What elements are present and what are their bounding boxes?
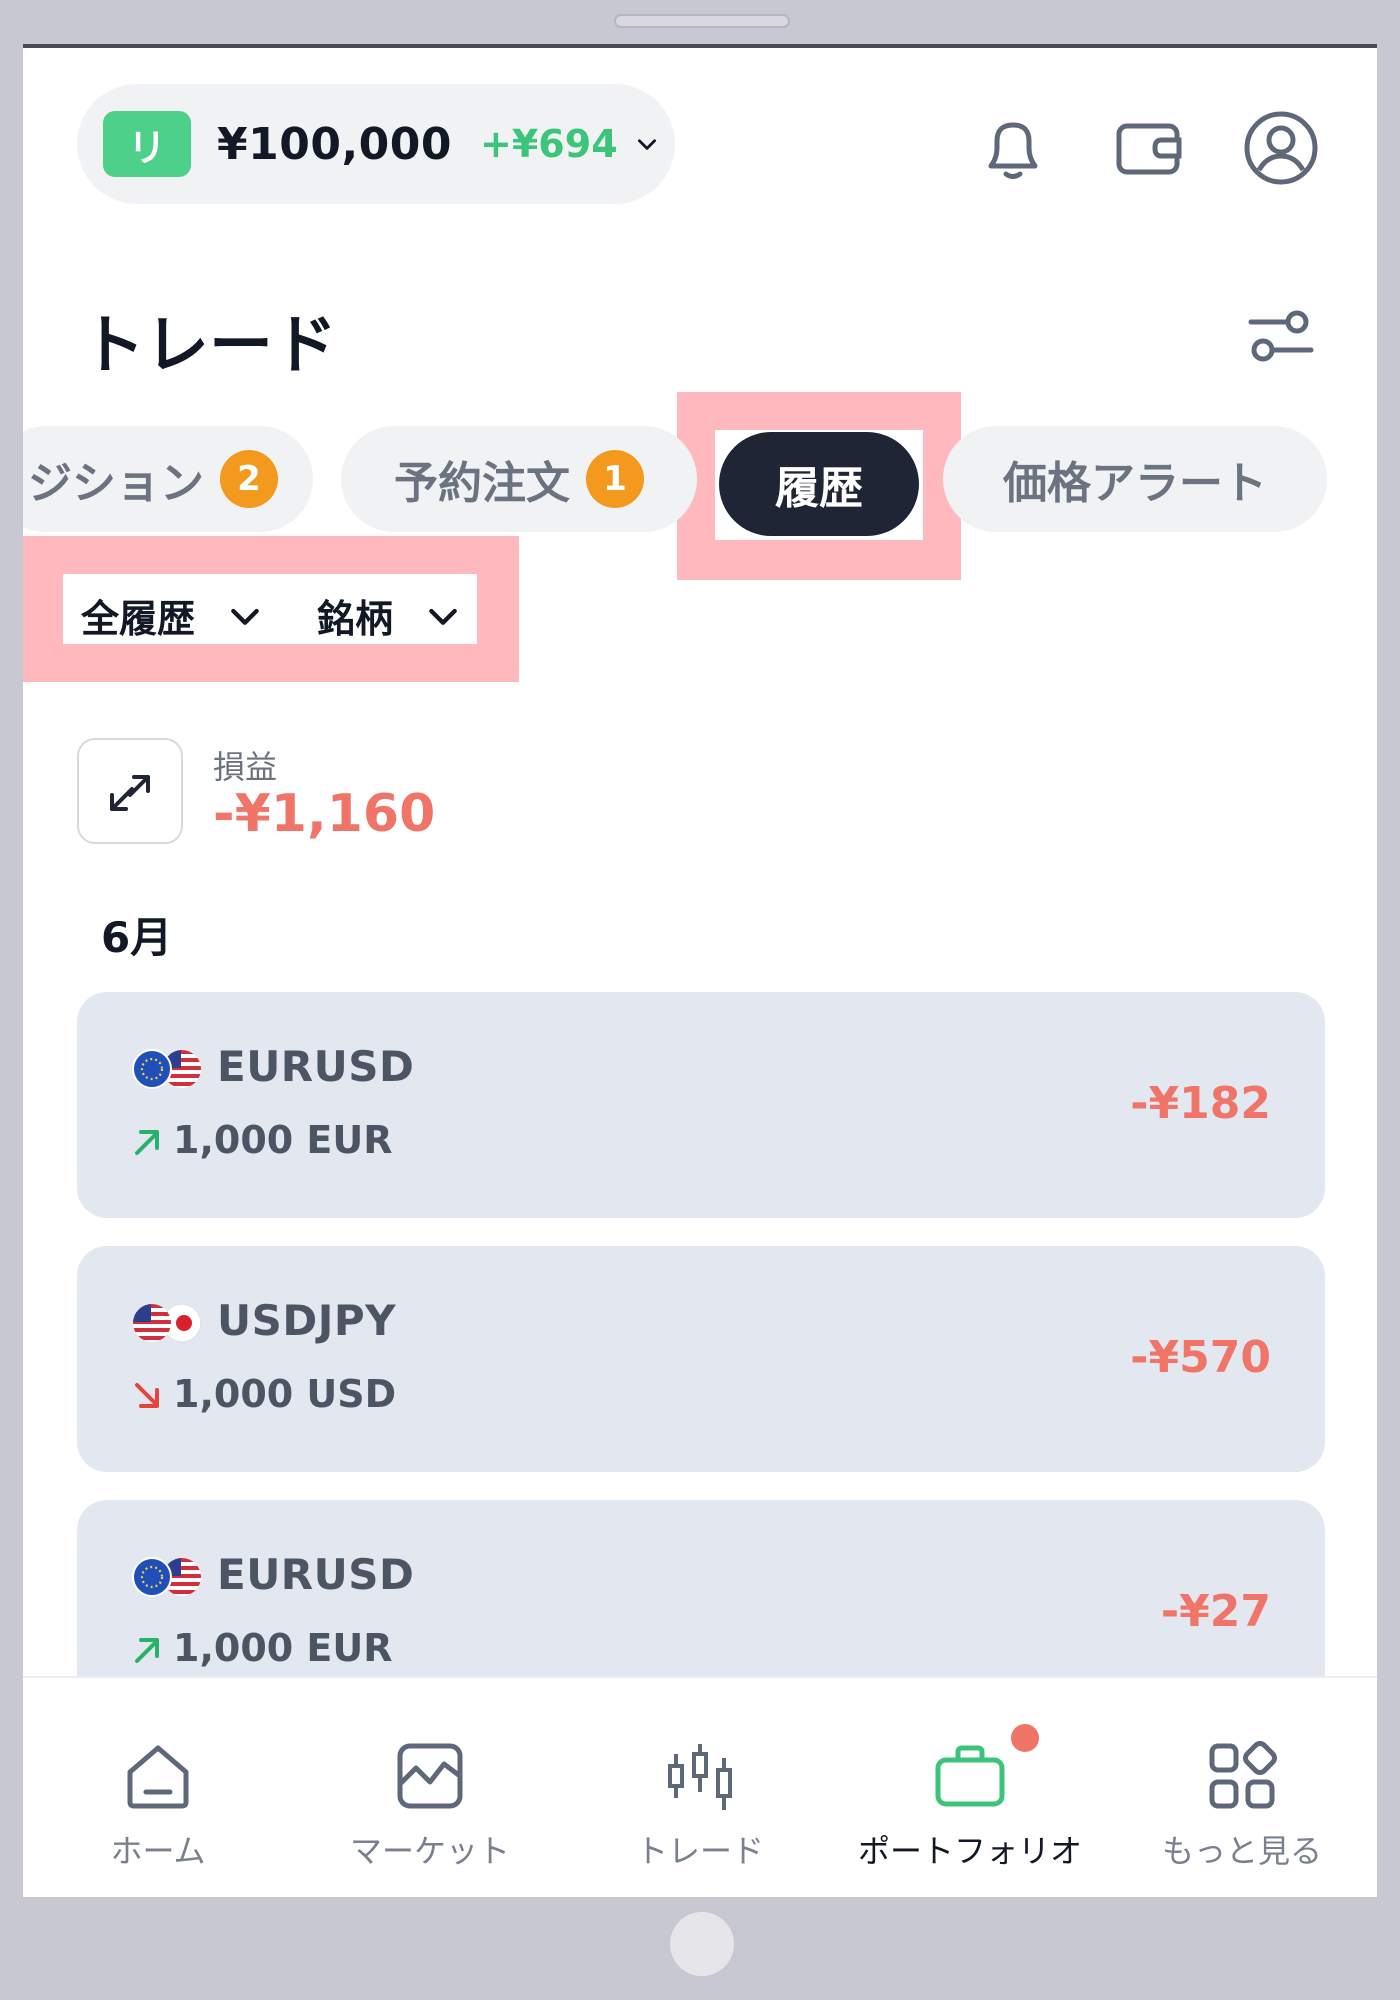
month-header: 6月 bbox=[101, 913, 173, 962]
notifications-button[interactable] bbox=[973, 108, 1053, 188]
trade-profit: -¥182 bbox=[1130, 1078, 1271, 1129]
portfolio-notification-dot bbox=[1011, 1724, 1039, 1752]
account-balance-selector[interactable]: リ ¥100,000 +¥694 bbox=[77, 84, 675, 204]
bottom-navigation: ホーム マーケット トレード ポートフォリオ もっと見る bbox=[23, 1676, 1377, 1897]
tab-positions[interactable]: ジション 2 bbox=[23, 426, 313, 532]
us-jp-flag-icon bbox=[133, 1303, 202, 1343]
symbol-dropdown[interactable]: 銘柄 bbox=[317, 588, 463, 643]
bell-icon bbox=[988, 122, 1038, 179]
sell-arrow-icon bbox=[135, 1383, 159, 1408]
orders-count-badge: 1 bbox=[586, 450, 644, 508]
nav-portfolio[interactable]: ポートフォリオ bbox=[835, 1678, 1105, 1897]
buy-arrow-icon bbox=[135, 1638, 159, 1663]
wallet-icon bbox=[1116, 123, 1182, 175]
eu-us-flag-icon bbox=[132, 1049, 201, 1089]
device-home-button[interactable] bbox=[670, 1912, 734, 1976]
page-title: トレード bbox=[81, 309, 337, 383]
balance-change: +¥694 bbox=[480, 122, 618, 166]
nav-label: マーケット bbox=[349, 1832, 510, 1870]
nav-market[interactable]: マーケット bbox=[295, 1678, 565, 1897]
chevron-down-icon bbox=[429, 608, 457, 625]
balance-amount: ¥100,000 bbox=[217, 118, 453, 170]
apps-grid-icon bbox=[1209, 1741, 1277, 1809]
app-screen: リ ¥100,000 +¥694 トレード ジション 2 予約注文 1 履歴 価… bbox=[23, 44, 1377, 1897]
tab-label: 価格アラート bbox=[1003, 458, 1267, 509]
speaker-slot bbox=[614, 14, 790, 28]
history-type-dropdown[interactable]: 全履歴 bbox=[81, 588, 265, 643]
nav-label: トレード bbox=[635, 1832, 764, 1870]
nav-label: もっと見る bbox=[1161, 1832, 1322, 1870]
tab-label: 予約注文 bbox=[394, 458, 570, 509]
trade-profit: -¥570 bbox=[1130, 1332, 1271, 1383]
settings-button[interactable] bbox=[1243, 300, 1319, 376]
buy-arrow-icon bbox=[135, 1130, 159, 1155]
chevron-down-icon bbox=[231, 608, 259, 625]
tablet-frame: リ ¥100,000 +¥694 トレード ジション 2 予約注文 1 履歴 価… bbox=[0, 0, 1400, 2000]
trade-symbol: EURUSD bbox=[217, 1042, 415, 1091]
chart-icon bbox=[397, 1743, 463, 1809]
profile-button[interactable] bbox=[1241, 108, 1321, 188]
pnl-toggle-button[interactable] bbox=[77, 738, 183, 844]
trade-quantity: 1,000 USD bbox=[173, 1372, 397, 1416]
trade-quantity: 1,000 EUR bbox=[173, 1118, 393, 1162]
nav-home[interactable]: ホーム bbox=[23, 1678, 293, 1897]
eu-us-flag-icon bbox=[132, 1557, 201, 1597]
trade-history-item[interactable]: EURUSD 1,000 EUR -¥182 bbox=[77, 992, 1325, 1218]
history-type-label: 全履歴 bbox=[81, 597, 196, 641]
nav-trade[interactable]: トレード bbox=[565, 1678, 835, 1897]
nav-label: ポートフォリオ bbox=[857, 1832, 1082, 1870]
trade-profit: -¥27 bbox=[1160, 1586, 1271, 1637]
nav-label: ホーム bbox=[110, 1832, 206, 1870]
wallet-button[interactable] bbox=[1109, 108, 1189, 188]
swap-arrows-icon bbox=[110, 775, 150, 811]
home-icon bbox=[127, 1745, 189, 1809]
sliders-icon bbox=[1248, 310, 1314, 362]
trade-symbol: USDJPY bbox=[217, 1296, 397, 1345]
briefcase-icon bbox=[935, 1745, 1005, 1807]
tab-pending-orders[interactable]: 予約注文 1 bbox=[341, 426, 697, 532]
trade-history-item[interactable]: USDJPY 1,000 USD -¥570 bbox=[77, 1246, 1325, 1472]
tab-price-alerts[interactable]: 価格アラート bbox=[943, 426, 1327, 532]
pnl-label: 損益 bbox=[213, 748, 278, 786]
nav-more[interactable]: もっと見る bbox=[1107, 1678, 1377, 1897]
symbol-filter-label: 銘柄 bbox=[317, 597, 394, 641]
candlestick-icon bbox=[668, 1744, 732, 1810]
user-icon bbox=[1244, 111, 1318, 185]
chevron-down-icon bbox=[637, 139, 656, 150]
tab-history[interactable]: 履歴 bbox=[719, 432, 919, 536]
account-type-badge: リ bbox=[103, 111, 191, 177]
trade-symbol: EURUSD bbox=[217, 1550, 415, 1599]
tab-label: ジション bbox=[28, 458, 204, 509]
pnl-total: -¥1,160 bbox=[213, 784, 436, 844]
trade-quantity: 1,000 EUR bbox=[173, 1626, 393, 1670]
tab-label: 履歴 bbox=[775, 463, 863, 514]
positions-count-badge: 2 bbox=[220, 450, 278, 508]
